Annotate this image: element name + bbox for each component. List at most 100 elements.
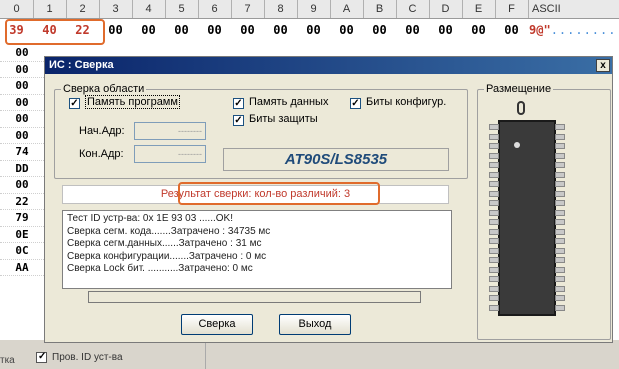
chip-pin xyxy=(555,133,565,140)
chip-pin xyxy=(489,266,499,273)
chip-pin xyxy=(555,285,565,292)
chip-pin xyxy=(555,304,565,311)
column-header: 2 xyxy=(66,0,100,18)
chip-pin xyxy=(555,276,565,282)
dialog-title: ИС : Сверка xyxy=(49,59,114,71)
hex-byte[interactable]: 00 xyxy=(363,19,396,41)
compare-dialog: ИС : Сверка x Сверка области ✓ Память пр… xyxy=(44,56,613,343)
hex-byte[interactable]: AA xyxy=(0,260,44,276)
column-header: F xyxy=(495,0,529,18)
hex-byte[interactable]: 00 xyxy=(165,19,198,41)
chip-pin xyxy=(489,171,499,178)
column-header: 7 xyxy=(231,0,265,18)
column-header: 9 xyxy=(297,0,331,18)
hex-byte[interactable]: 00 xyxy=(0,111,44,128)
verify-id-checkbox[interactable]: ✓ xyxy=(36,351,47,363)
chip-pin xyxy=(489,257,499,263)
chip-pin xyxy=(489,219,499,225)
column-header: 4 xyxy=(132,0,166,18)
hex-byte[interactable]: 00 xyxy=(0,45,44,62)
column-header: 1 xyxy=(33,0,67,18)
chip-pin xyxy=(489,124,499,130)
verify-id-label: Пров. ID уст-ва xyxy=(52,352,123,363)
log-line: Сверка Lock бит. ...........Затрачено: 0… xyxy=(67,263,253,274)
chip-pin xyxy=(555,295,565,301)
hex-byte[interactable]: 00 xyxy=(495,19,528,41)
compare-log: Тест ID устр-ва: 0x 1E 93 03 ......OK! Св… xyxy=(62,210,452,289)
hex-byte[interactable]: 00 xyxy=(462,19,495,41)
close-button[interactable]: x xyxy=(596,59,610,72)
divider xyxy=(205,340,206,369)
hex-byte[interactable]: 0C xyxy=(0,243,44,260)
compare-button-label: Сверка xyxy=(198,318,236,330)
compare-button[interactable]: Сверка xyxy=(181,314,253,335)
hex-byte[interactable]: 74 xyxy=(0,144,44,161)
ascii-value: 9@"........ xyxy=(529,23,617,37)
chip-pin xyxy=(489,247,499,254)
chip-pin xyxy=(489,143,499,149)
hex-header-row: 0 1 2 3 4 5 6 7 8 9 A B C D E F ASCII xyxy=(0,0,619,19)
column-header: 8 xyxy=(264,0,298,18)
chip-pin xyxy=(555,257,565,263)
program-memory-checkbox[interactable]: ✓ xyxy=(69,98,80,109)
hex-byte[interactable]: 00 xyxy=(0,95,44,111)
chip-pin xyxy=(489,304,499,311)
start-address-input[interactable]: -------- xyxy=(134,122,206,140)
chip-pin xyxy=(489,152,499,159)
column-header: D xyxy=(429,0,463,18)
chip-pin xyxy=(555,162,565,168)
hex-byte[interactable]: 00 xyxy=(330,19,363,41)
config-bits-checkbox[interactable]: ✓ xyxy=(350,98,361,109)
protect-bits-label: Биты защиты xyxy=(249,113,318,125)
data-memory-checkbox[interactable]: ✓ xyxy=(233,98,244,109)
hex-right-edge xyxy=(613,45,619,335)
hex-byte[interactable]: 00 xyxy=(0,62,44,78)
chip-pin xyxy=(489,276,499,282)
hex-byte[interactable]: 00 xyxy=(231,19,264,41)
chip-pin xyxy=(555,238,565,244)
hex-byte[interactable]: 00 xyxy=(198,19,231,41)
dialog-titlebar[interactable]: ИС : Сверка x xyxy=(45,57,612,74)
hex-byte[interactable]: 0E xyxy=(0,227,44,243)
log-line: Сверка сегм.данных......Затрачено : 31 м… xyxy=(67,238,262,249)
chip-pin xyxy=(489,162,499,168)
chip-diagram xyxy=(477,83,609,338)
hex-byte[interactable]: 00 xyxy=(132,19,165,41)
hex-byte[interactable]: 00 xyxy=(0,78,44,95)
chip-pin xyxy=(489,238,499,244)
ic-package xyxy=(498,120,556,316)
hex-left-column: 00 00 00 00 00 00 74 DD 00 22 79 0E 0C AA xyxy=(0,45,44,276)
column-header: A xyxy=(330,0,364,18)
column-header: 6 xyxy=(198,0,232,18)
log-line: Сверка сегм. кода.......Затрачено : 3473… xyxy=(67,225,271,237)
hex-byte[interactable]: 00 xyxy=(0,177,44,194)
highlight-outline xyxy=(5,19,105,45)
end-address-input[interactable]: -------- xyxy=(134,145,206,163)
protect-bits-checkbox[interactable]: ✓ xyxy=(233,115,244,126)
column-header: 5 xyxy=(165,0,199,18)
chip-pin xyxy=(555,152,565,159)
pin1-dot xyxy=(514,142,520,148)
chip-pin xyxy=(555,247,565,254)
hex-byte[interactable]: 00 xyxy=(297,19,330,41)
chip-pin xyxy=(555,143,565,149)
column-header: B xyxy=(363,0,397,18)
hex-byte[interactable]: 00 xyxy=(0,128,44,144)
hex-byte[interactable]: 00 xyxy=(396,19,429,41)
exit-button-label: Выход xyxy=(298,318,332,330)
chip-pin xyxy=(555,124,565,130)
hex-byte[interactable]: 00 xyxy=(429,19,462,41)
exit-button[interactable]: Выход xyxy=(279,314,351,335)
hex-byte[interactable]: 22 xyxy=(0,194,44,210)
chip-pin xyxy=(555,228,565,235)
hex-byte[interactable]: 79 xyxy=(0,210,44,227)
chip-pin xyxy=(489,181,499,187)
hex-byte[interactable]: 00 xyxy=(264,19,297,41)
chip-pin xyxy=(489,209,499,216)
end-address-label: Кон.Адр: xyxy=(79,148,124,160)
hex-byte[interactable]: DD xyxy=(0,161,44,177)
chip-pin xyxy=(555,171,565,178)
data-memory-label: Память данных xyxy=(249,96,329,108)
log-line: Сверка конфигурации.......Затрачено : 0 … xyxy=(67,250,267,262)
program-memory-label: Память программ xyxy=(85,95,180,109)
